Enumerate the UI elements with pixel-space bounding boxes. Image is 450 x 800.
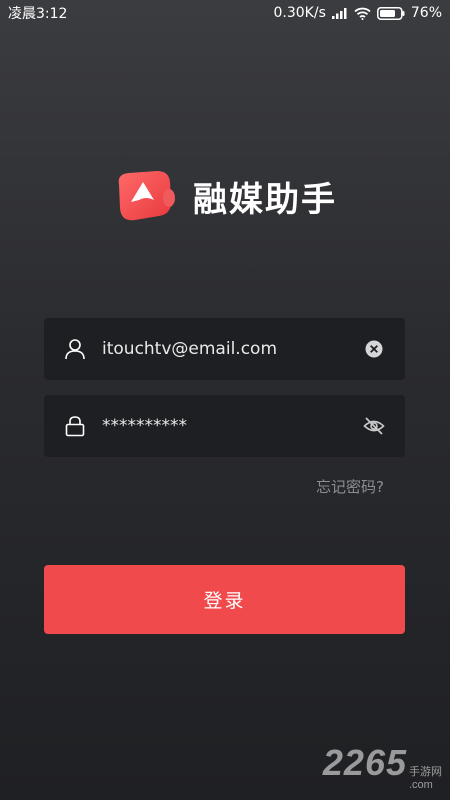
watermark-text-top: 手游网: [409, 766, 442, 778]
network-speed: 0.30K/s: [273, 5, 326, 21]
app-logo-icon: [118, 171, 175, 221]
forgot-password-link[interactable]: 忘记密码?: [316, 476, 384, 497]
login-button[interactable]: 登录: [44, 565, 405, 634]
password-input[interactable]: [102, 416, 363, 436]
watermark-number: 2265: [322, 742, 407, 783]
battery-percentage: 76%: [410, 5, 442, 21]
status-time: 凌晨3:12: [8, 6, 68, 22]
clear-icon[interactable]: [363, 338, 385, 360]
watermark-logo: 2265 手游网 .com: [323, 742, 442, 792]
eye-off-icon[interactable]: [363, 415, 385, 437]
password-field[interactable]: [44, 395, 405, 457]
signal-icon: [331, 8, 347, 19]
email-input[interactable]: [102, 339, 363, 359]
watermark-text-bottom: .com: [409, 779, 433, 791]
status-bar: 凌晨3:12 0.30K/s 76%: [0, 0, 450, 26]
app-header: 融媒助手: [0, 170, 450, 222]
watermark-text: 手游网 .com: [409, 766, 442, 792]
wifi-icon: [354, 7, 371, 20]
email-field[interactable]: [44, 318, 405, 380]
lock-icon: [65, 416, 85, 437]
status-indicators: 0.30K/s 76%: [274, 5, 443, 21]
app-title: 融媒助手: [193, 179, 337, 220]
user-icon: [65, 339, 85, 360]
battery-icon: [376, 6, 405, 20]
